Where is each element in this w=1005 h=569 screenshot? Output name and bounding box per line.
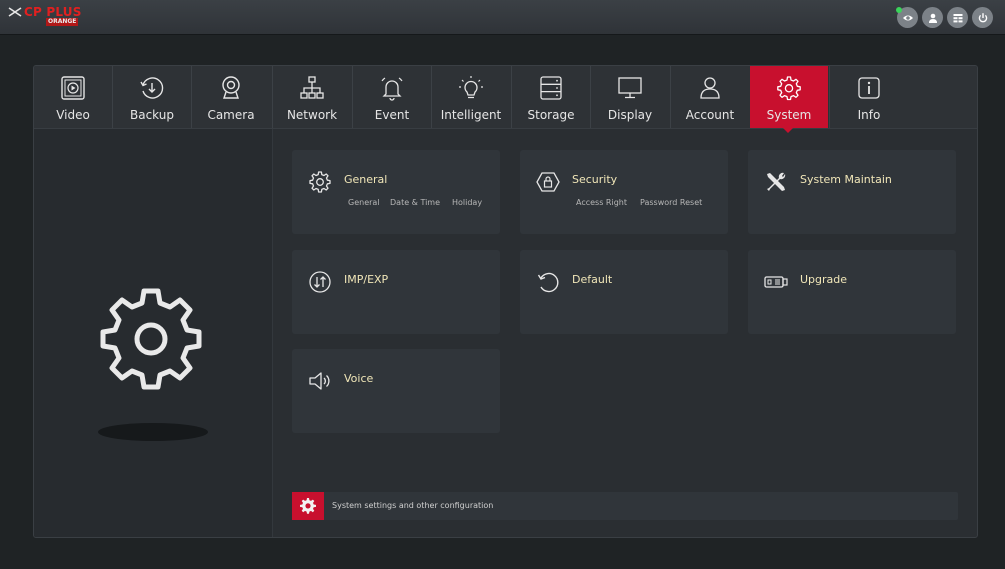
password-reset-link[interactable]: Password Reset: [640, 198, 702, 207]
tools-icon: [767, 172, 786, 191]
card-title: Voice: [344, 372, 374, 385]
tab-label: Video: [56, 108, 90, 122]
preview-button[interactable]: [896, 7, 918, 28]
card-default[interactable]: Default: [520, 250, 728, 334]
holiday-link[interactable]: Holiday: [452, 198, 482, 207]
general-link[interactable]: General: [348, 198, 380, 207]
card-upgrade[interactable]: Upgrade: [748, 250, 956, 334]
main-tab-bar: Video Backup Camera Network Event Intell…: [34, 66, 977, 133]
tab-label: Event: [374, 108, 410, 122]
active-tab-pointer: [783, 128, 793, 133]
tab-video[interactable]: Video: [34, 66, 112, 128]
card-general[interactable]: General General Date & Time Holiday: [292, 150, 500, 234]
card-system-maintain[interactable]: System Maintain: [748, 150, 956, 234]
settings-icon: [300, 498, 316, 514]
tab-label: Display: [607, 108, 653, 122]
import-export-icon: [309, 271, 331, 293]
bulb-icon: [459, 76, 483, 99]
card-title: Security: [572, 173, 618, 186]
network-icon: [300, 76, 324, 99]
section-description-bar: System settings and other configuration: [292, 492, 958, 520]
account-icon: [700, 77, 720, 99]
tab-label: Backup: [130, 108, 174, 122]
tab-backup[interactable]: Backup: [113, 66, 191, 128]
tab-intelligent[interactable]: Intelligent: [432, 66, 510, 128]
camera-icon: [222, 76, 240, 99]
power-button[interactable]: [972, 7, 993, 28]
top-bar: CP PLUS ORANGE: [0, 0, 1005, 35]
card-title: System Maintain: [800, 173, 892, 186]
footer-icon-badge: [292, 492, 324, 520]
user-button[interactable]: [922, 7, 943, 28]
monitor-icon: [618, 77, 642, 99]
gear-icon: [309, 171, 331, 193]
tab-network[interactable]: Network: [273, 66, 351, 128]
gear-icon: [777, 76, 801, 101]
storage-icon: [540, 76, 562, 100]
video-icon: [61, 76, 85, 100]
power-icon: [978, 12, 987, 22]
tab-account[interactable]: Account: [671, 66, 749, 128]
status-dot: [896, 7, 902, 13]
tab-label: Intelligent: [440, 108, 502, 122]
card-title: IMP/EXP: [344, 273, 389, 286]
access-right-link[interactable]: Access Right: [576, 198, 627, 207]
illustration-shadow: [98, 423, 208, 441]
tab-info[interactable]: Info: [830, 66, 908, 128]
card-title: Default: [572, 273, 613, 286]
tab-label: Camera: [207, 108, 255, 122]
logo-mark-icon: [8, 7, 22, 17]
card-title: General: [344, 173, 388, 186]
eye-icon: [902, 15, 913, 20]
date-time-link[interactable]: Date & Time: [390, 198, 440, 207]
logo-text: CP PLUS: [24, 5, 82, 19]
tab-event[interactable]: Event: [353, 66, 431, 128]
settings-panel: Video Backup Camera Network Event Intell…: [33, 65, 978, 538]
speaker-icon: [309, 372, 330, 390]
card-voice[interactable]: Voice: [292, 349, 500, 433]
user-icon: [928, 13, 937, 23]
tab-label: Network: [286, 108, 338, 122]
section-description: System settings and other configuration: [332, 501, 494, 510]
tab-label: Account: [685, 108, 735, 122]
reset-icon: [537, 272, 559, 293]
tab-system[interactable]: System: [750, 66, 828, 133]
section-illustration-pane: [34, 129, 273, 537]
tab-camera[interactable]: Camera: [192, 66, 270, 128]
bell-icon: [381, 77, 403, 101]
card-imp-exp[interactable]: IMP/EXP: [292, 250, 500, 334]
info-icon: [858, 77, 880, 99]
usb-drive-icon: [764, 276, 788, 288]
tab-display[interactable]: Display: [591, 66, 669, 128]
menu-button[interactable]: [947, 7, 968, 28]
large-gear-icon: [100, 288, 202, 390]
logo-subtext: ORANGE: [46, 18, 79, 26]
security-shield-icon: [536, 172, 560, 192]
grid-icon: [953, 13, 962, 22]
tab-label: Storage: [527, 108, 575, 122]
card-security[interactable]: Security Access Right Password Reset: [520, 150, 728, 234]
tab-label: Info: [857, 108, 881, 122]
top-toolbar: [896, 7, 993, 28]
tab-label: System: [766, 108, 812, 122]
tab-storage[interactable]: Storage: [512, 66, 590, 128]
card-title: Upgrade: [800, 273, 848, 286]
backup-icon: [140, 77, 164, 99]
